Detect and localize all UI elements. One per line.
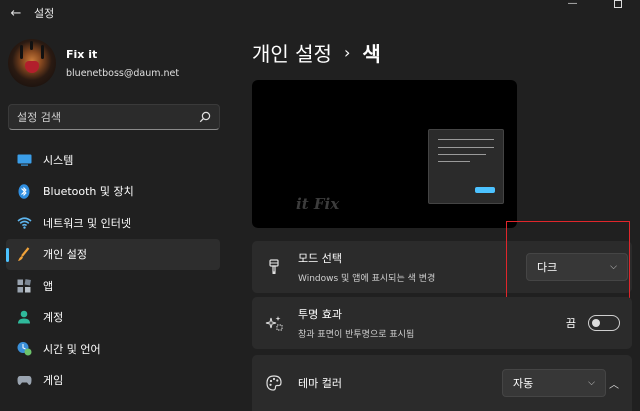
sidebar-item-bluetooth[interactable]: Bluetooth 및 장치 — [6, 176, 220, 208]
toggle-state-label: 끔 — [565, 317, 576, 330]
sidebar: Fix it bluenetboss@daum.net 설정 검색 시스템 Bl… — [0, 26, 232, 411]
apps-icon — [16, 278, 32, 294]
chevron-up-icon: ︿ — [609, 379, 619, 391]
palette-icon — [264, 373, 284, 393]
account-icon — [16, 309, 32, 325]
transparency-subtitle: 창과 표면이 반투명으로 표시됨 — [298, 330, 415, 340]
sidebar-item-label: Bluetooth 및 장치 — [43, 185, 134, 199]
system-icon — [16, 152, 32, 168]
accent-color-card: 테마 컬러 자동 ⌵ ︿ — [252, 355, 632, 411]
avatar-mouth — [25, 61, 39, 73]
chevron-down-icon: ⌵ — [588, 378, 595, 388]
profile-name: Fix it — [66, 47, 98, 61]
sidebar-item-network[interactable]: 네트워크 및 인터넷 — [6, 207, 220, 239]
toggle-knob — [592, 319, 600, 327]
sidebar-item-label: 개인 설정 — [43, 248, 87, 262]
collapse-button[interactable]: ︿ — [604, 373, 624, 393]
user-profile[interactable]: Fix it bluenetboss@daum.net — [8, 34, 228, 92]
preview-button — [475, 187, 495, 193]
search-input[interactable]: 설정 검색 — [17, 109, 61, 125]
transparency-toggle-group: 끔 — [566, 315, 620, 331]
chevron-right-icon: › — [343, 43, 351, 62]
breadcrumb: 개인 설정 › 색 — [252, 38, 381, 67]
accent-dropdown-value: 자동 — [513, 377, 534, 390]
transparency-toggle[interactable] — [588, 315, 620, 331]
transparency-setting-card: 투명 효과 창과 표면이 반투명으로 표시됨 끔 — [252, 297, 632, 349]
highlight-annotation — [506, 221, 630, 299]
main-content: 개인 설정 › 색 it Fix 모드 선택 Windows 및 앱에 표시되는… — [232, 26, 640, 411]
window-title: 설정 — [34, 7, 55, 20]
watermark: it Fix — [296, 195, 340, 213]
back-button[interactable]: ← — [4, 2, 28, 24]
arrow-left-icon: ← — [10, 5, 22, 21]
mode-subtitle: Windows 및 앱에 표시되는 색 변경 — [298, 274, 436, 284]
clock-globe-icon — [16, 341, 32, 357]
window-controls: — — [550, 0, 640, 14]
mode-title: 모드 선택 — [298, 252, 342, 265]
profile-email: bluenetboss@daum.net — [66, 67, 180, 79]
sidebar-item-label: 계정 — [43, 311, 64, 325]
maximize-icon — [613, 0, 622, 8]
sidebar-item-apps[interactable]: 앱 — [6, 270, 220, 302]
sparkle-icon — [264, 313, 284, 333]
accent-dropdown[interactable]: 자동 ⌵ — [502, 369, 606, 397]
sidebar-item-time-language[interactable]: 시간 및 언어 — [6, 333, 220, 365]
game-controller-icon — [16, 372, 32, 388]
search-icon[interactable] — [199, 111, 211, 123]
paint-brush-icon — [264, 257, 284, 277]
sidebar-item-personalization[interactable]: 개인 설정 — [6, 238, 220, 270]
sidebar-item-accounts[interactable]: 계정 — [6, 302, 220, 334]
accent-title: 테마 컬러 — [298, 377, 342, 390]
sidebar-item-label: 게임 — [43, 374, 64, 388]
preview-line — [438, 139, 494, 140]
avatar-stripe — [30, 41, 33, 50]
avatar-stripe — [20, 45, 23, 59]
theme-preview: it Fix — [252, 80, 517, 228]
preview-line — [438, 154, 486, 155]
avatar-stripe — [41, 45, 44, 59]
bluetooth-icon — [16, 183, 32, 199]
sidebar-nav: 시스템 Bluetooth 및 장치 네트워크 및 인터넷 개인 설정 앱 계정… — [0, 144, 232, 396]
maximize-button[interactable] — [595, 0, 640, 14]
preview-line — [438, 147, 494, 148]
wifi-icon — [16, 215, 32, 231]
brush-icon — [16, 246, 32, 262]
avatar — [8, 39, 56, 87]
transparency-title: 투명 효과 — [298, 308, 342, 321]
sidebar-item-gaming[interactable]: 게임 — [6, 365, 220, 397]
minimize-icon: — — [567, 0, 578, 9]
sidebar-item-label: 네트워크 및 인터넷 — [43, 216, 131, 230]
sidebar-item-label: 앱 — [43, 279, 54, 293]
breadcrumb-parent[interactable]: 개인 설정 — [252, 38, 332, 67]
page-title: 색 — [362, 42, 381, 66]
sidebar-item-system[interactable]: 시스템 — [6, 144, 220, 176]
preview-line — [438, 161, 470, 162]
search-box[interactable]: 설정 검색 — [8, 104, 220, 130]
minimize-button[interactable]: — — [550, 0, 595, 14]
sidebar-item-label: 시간 및 언어 — [43, 342, 101, 356]
title-bar: ← 설정 — — [0, 0, 640, 26]
sidebar-item-label: 시스템 — [43, 153, 74, 167]
preview-window — [428, 129, 504, 204]
